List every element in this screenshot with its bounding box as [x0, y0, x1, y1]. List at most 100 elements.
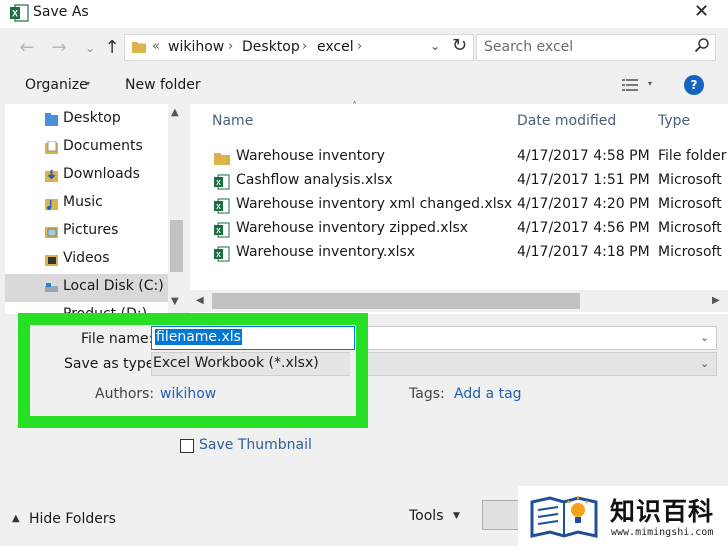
nav-item-documents[interactable]: Documents — [5, 134, 168, 162]
forward-arrow-icon[interactable]: → — [48, 36, 70, 60]
music-icon — [45, 199, 58, 210]
view-caret-icon[interactable]: ▾ — [648, 79, 652, 88]
excel-file-icon: X — [214, 246, 230, 262]
save-as-type-label: Save as type: — [64, 356, 160, 372]
file-type: Microsoft — [658, 196, 722, 212]
search-icon[interactable] — [694, 37, 710, 53]
nav-scrollbar-thumb[interactable] — [170, 220, 183, 272]
excel-app-icon: X — [10, 4, 29, 22]
nav-item-label: Desktop — [63, 110, 121, 126]
save-thumbnail-checkbox[interactable] — [180, 439, 194, 453]
horizontal-scrollbar-thumb[interactable] — [212, 293, 580, 309]
desktop-folder-icon — [45, 113, 58, 126]
nav-item-label: Music — [63, 194, 103, 210]
watermark-text: 知识百科 — [610, 497, 715, 526]
organize-caret-icon[interactable]: ▾ — [86, 79, 90, 88]
file-date: 4/17/2017 4:20 PM — [517, 196, 650, 212]
svg-text:X: X — [216, 204, 221, 211]
tags-label: Tags: — [409, 386, 445, 402]
tools-caret-icon[interactable]: ▼ — [453, 511, 460, 521]
authors-value[interactable]: wikihow — [160, 386, 216, 402]
nav-item-downloads[interactable]: Downloads — [5, 162, 168, 190]
nav-item-music[interactable]: Music — [5, 190, 168, 218]
file-date: 4/17/2017 4:18 PM — [517, 244, 650, 260]
file-row[interactable]: X Cashflow analysis.xlsx 4/17/2017 1:51 … — [190, 170, 728, 194]
excel-file-icon: X — [214, 222, 230, 238]
file-row[interactable]: X Warehouse inventory.xlsx 4/17/2017 4:1… — [190, 242, 728, 266]
file-row[interactable]: X Warehouse inventory xml changed.xlsx 4… — [190, 194, 728, 218]
new-folder-button[interactable]: New folder — [125, 77, 201, 93]
nav-scrollbar[interactable] — [168, 104, 185, 314]
nav-item-label: Downloads — [63, 166, 140, 182]
excel-file-icon: X — [214, 198, 230, 214]
svg-text:X: X — [12, 9, 18, 19]
address-dropdown-icon[interactable]: ⌄ — [430, 39, 440, 53]
scroll-left-icon[interactable]: ◀ — [196, 295, 204, 306]
nav-item-local-disk[interactable]: Local Disk (C:) — [5, 274, 168, 302]
scroll-right-icon[interactable]: ▶ — [712, 295, 720, 306]
file-name-value[interactable]: filename.xls — [155, 329, 242, 345]
hide-folders-caret-icon[interactable]: ▲ — [12, 513, 20, 524]
authors-label: Authors: — [95, 386, 155, 402]
scroll-down-icon[interactable]: ▼ — [171, 296, 179, 307]
file-name: Warehouse inventory.xlsx — [236, 244, 416, 260]
nav-item-label: Pictures — [63, 222, 119, 238]
file-name-field-extension[interactable] — [355, 326, 717, 350]
column-header-type[interactable]: Type — [658, 113, 690, 129]
documents-icon — [45, 141, 58, 154]
breadcrumb-wikihow[interactable]: wikihow — [168, 39, 224, 55]
file-name-dropdown-icon[interactable]: ⌄ — [700, 331, 709, 344]
back-arrow-icon[interactable]: ← — [16, 36, 38, 60]
save-button[interactable] — [482, 500, 522, 530]
up-arrow-icon[interactable]: ↑ — [101, 36, 123, 60]
file-date: 4/17/2017 4:56 PM — [517, 220, 650, 236]
breadcrumb-separator[interactable]: › — [302, 39, 307, 54]
nav-item-videos[interactable]: Videos — [5, 246, 168, 274]
file-name: Cashflow analysis.xlsx — [236, 172, 393, 188]
view-options-icon[interactable] — [622, 78, 638, 92]
file-date: 4/17/2017 1:51 PM — [517, 172, 650, 188]
breadcrumb-excel[interactable]: excel — [317, 39, 354, 55]
watermark-url: www.mimingshi.com — [611, 527, 714, 538]
breadcrumb-separator[interactable]: › — [228, 39, 233, 54]
file-name: Warehouse inventory zipped.xlsx — [236, 220, 469, 236]
file-type: Microsoft — [658, 220, 722, 236]
folder-icon — [214, 153, 230, 165]
videos-icon — [45, 255, 58, 266]
breadcrumb-desktop[interactable]: Desktop — [242, 39, 300, 55]
file-type: File folder — [658, 148, 727, 164]
recent-locations-chevron-icon[interactable]: ⌄ — [79, 36, 101, 60]
add-tag-link[interactable]: Add a tag — [454, 386, 522, 402]
refresh-icon[interactable]: ↻ — [452, 35, 467, 56]
nav-item-label: Local Disk (C:) — [63, 278, 164, 294]
file-name-label: File name: — [81, 331, 154, 347]
file-row[interactable]: Warehouse inventory 4/17/2017 4:58 PM Fi… — [190, 146, 728, 170]
svg-text:X: X — [216, 180, 221, 187]
file-name: Warehouse inventory xml changed.xlsx — [236, 196, 513, 212]
close-icon[interactable]: ✕ — [694, 1, 709, 22]
breadcrumb-separator[interactable]: « — [152, 39, 160, 54]
downloads-icon — [45, 170, 58, 182]
scroll-up-icon[interactable]: ▲ — [171, 107, 179, 118]
file-type: Microsoft — [658, 172, 722, 188]
help-button[interactable]: ? — [684, 75, 704, 95]
nav-item-desktop[interactable]: Desktop — [5, 106, 168, 134]
book-lightbulb-logo-icon — [530, 496, 598, 538]
file-type: Microsoft — [658, 244, 722, 260]
file-row[interactable]: X Warehouse inventory zipped.xlsx 4/17/2… — [190, 218, 728, 242]
save-as-type-dropdown-icon[interactable]: ⌄ — [700, 357, 709, 370]
column-header-date[interactable]: Date modified — [517, 113, 616, 129]
title-bar — [0, 0, 728, 28]
hide-folders-button[interactable]: Hide Folders — [29, 511, 116, 527]
save-thumbnail-label[interactable]: Save Thumbnail — [199, 437, 312, 453]
organize-button[interactable]: Organize — [25, 77, 88, 93]
nav-item-label: Videos — [63, 250, 110, 266]
tools-button[interactable]: Tools — [409, 508, 444, 524]
breadcrumb-separator[interactable]: › — [357, 39, 362, 54]
column-header-name[interactable]: Name — [212, 113, 253, 129]
window-title: Save As — [33, 4, 89, 20]
svg-text:X: X — [216, 228, 221, 235]
search-placeholder[interactable]: Search excel — [484, 39, 573, 55]
nav-item-pictures[interactable]: Pictures — [5, 218, 168, 246]
save-as-type-value[interactable]: Excel Workbook (*.xlsx) — [153, 355, 319, 371]
